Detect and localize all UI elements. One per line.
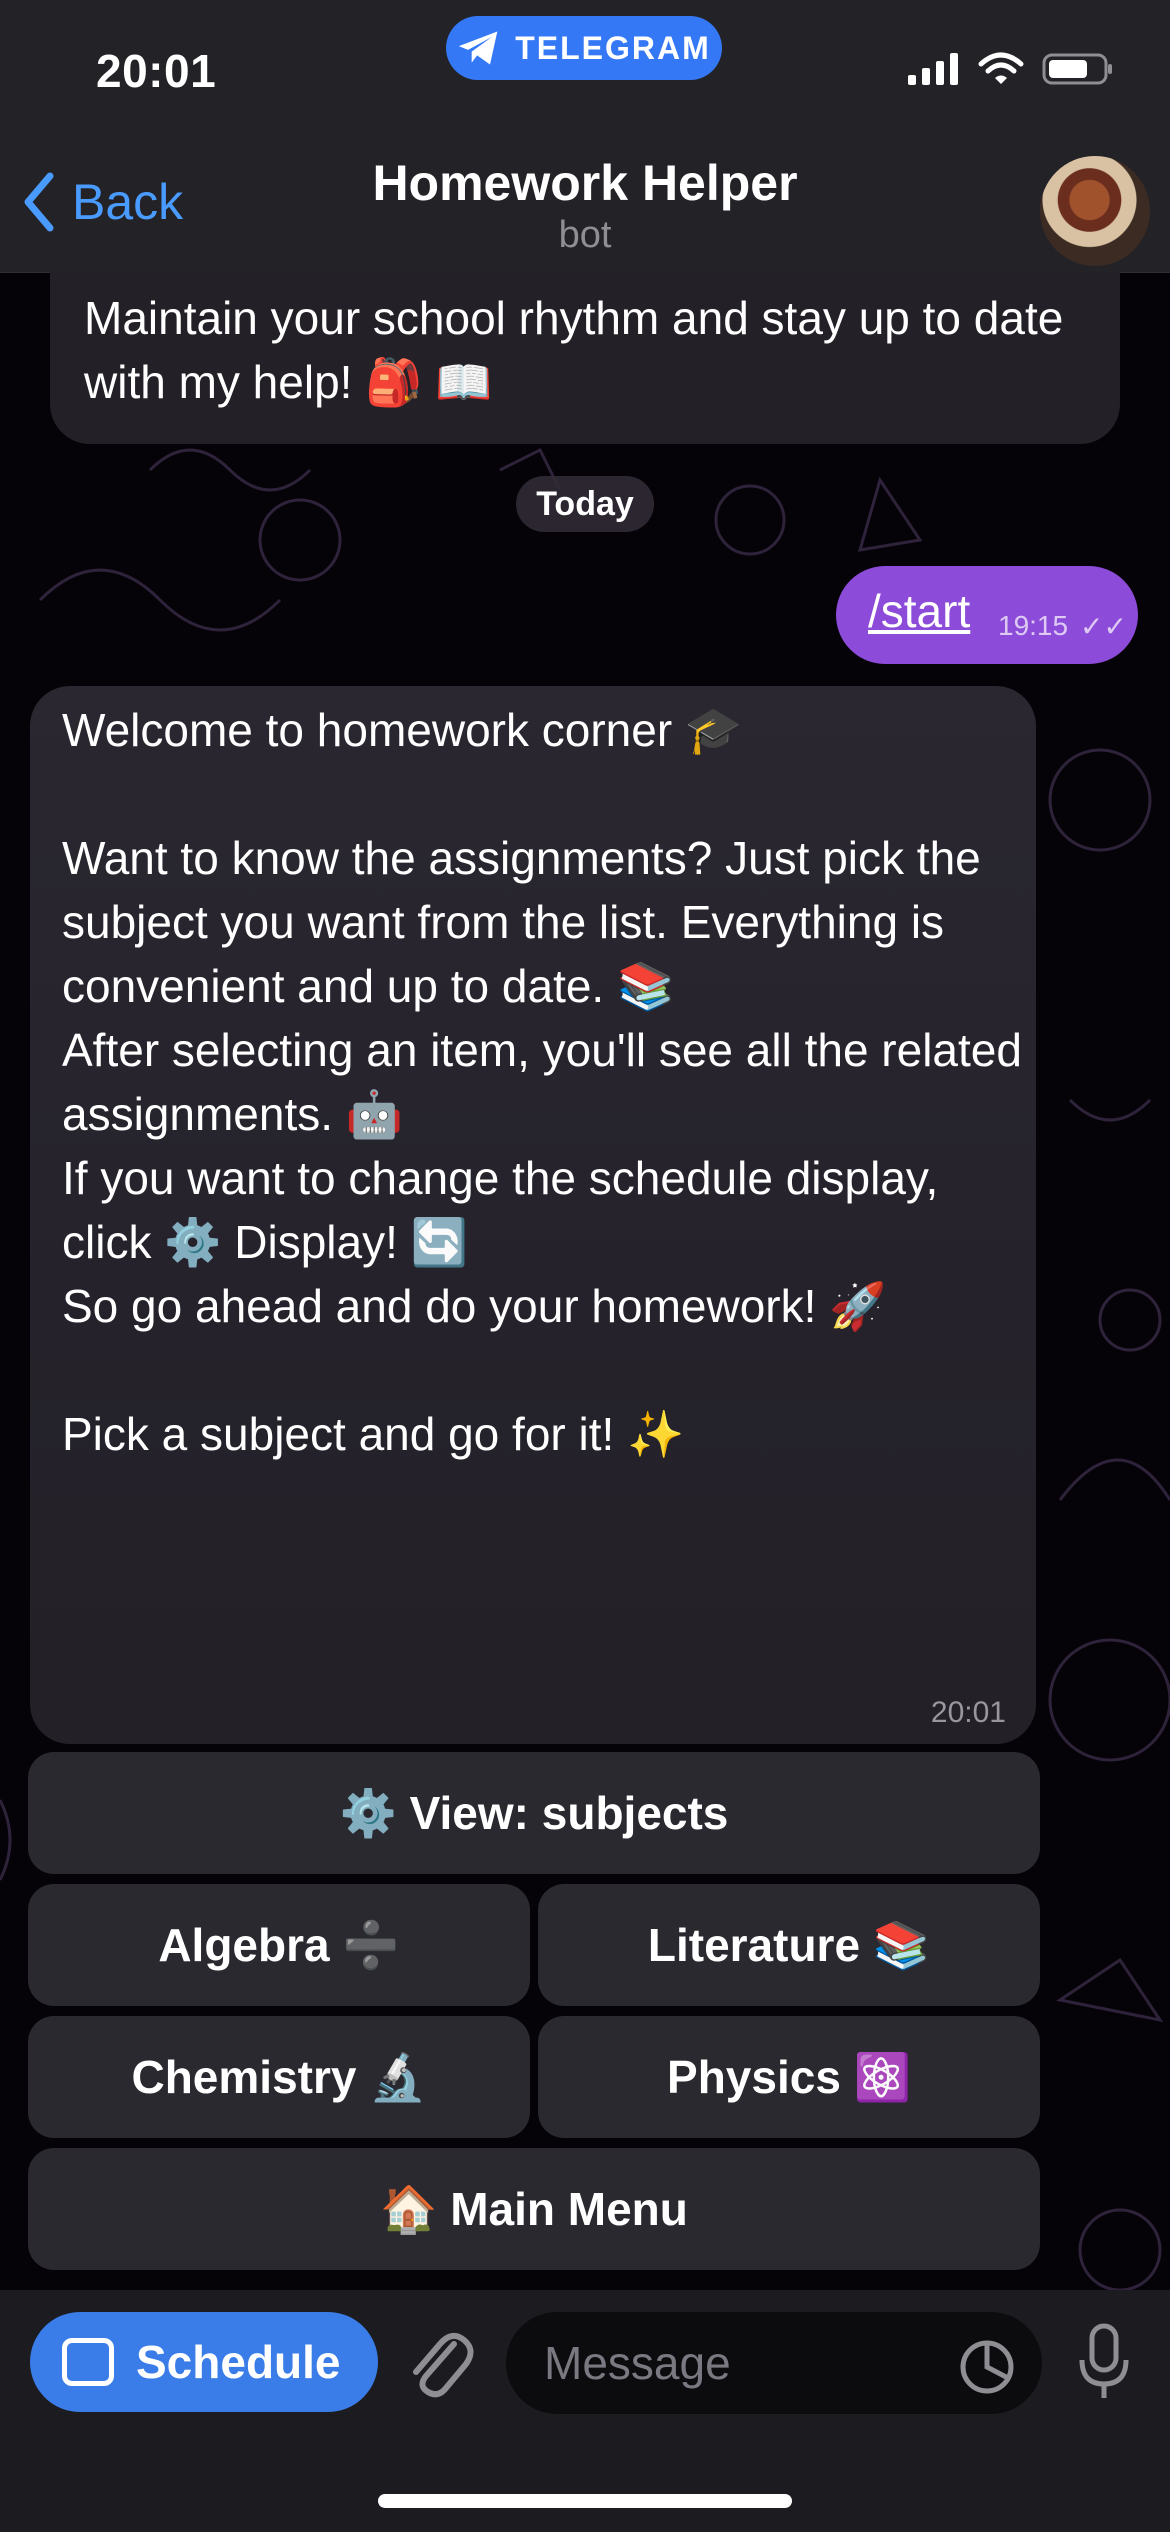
view-subjects-label: ⚙️ View: subjects (339, 1786, 729, 1839)
message-placeholder: Message (544, 2337, 731, 2389)
telegram-pill-label: TELEGRAM (515, 29, 711, 66)
reply-paragraph: If you want to change the schedule displ… (62, 1152, 939, 1268)
date-separator: Today (516, 476, 654, 532)
telegram-pill[interactable]: TELEGRAM (446, 16, 722, 80)
schedule-label: Schedule (136, 2336, 341, 2388)
chat-header: 20:01 TELEGRAM Back Homework Helper bot (0, 0, 1170, 273)
sticker-icon[interactable] (958, 2338, 1016, 2396)
reply-paragraph: Want to know the assignments? Just pick … (62, 832, 981, 1012)
telegram-plane-icon (459, 31, 498, 65)
algebra-button[interactable]: Algebra ➗ (28, 1884, 530, 2006)
algebra-label: Algebra ➗ (158, 1918, 400, 1971)
reply-paragraph: So go ahead and do your homework! 🚀 (62, 1280, 887, 1332)
paperclip-icon[interactable] (404, 2324, 474, 2400)
bot-reply-bubble: Welcome to homework corner 🎓 Want to kno… (30, 686, 1036, 1744)
previous-message-bubble: Maintain your school rhythm and stay up … (50, 272, 1120, 444)
chat-subtitle: bot (558, 214, 612, 256)
literature-button[interactable]: Literature 📚 (538, 1884, 1040, 2006)
physics-button[interactable]: Physics ⚛️ (538, 2016, 1040, 2138)
read-checkmarks-icon: ✓✓ (1080, 611, 1127, 642)
status-icons (908, 52, 1114, 86)
main-menu-button[interactable]: 🏠 Main Menu (28, 2148, 1040, 2270)
reply-paragraph: Welcome to homework corner 🎓 (62, 704, 743, 756)
status-time: 20:01 (96, 45, 217, 97)
battery-icon (1042, 53, 1112, 85)
signal-icon (908, 53, 958, 85)
chat-title[interactable]: Homework Helper (0, 154, 1170, 212)
physics-label: Physics ⚛️ (667, 2050, 911, 2103)
reply-time: 20:01 (930, 1696, 1006, 1729)
outgoing-message-bubble: /start 19:15 ✓✓ (836, 566, 1138, 664)
previous-message-text: Maintain your school rhythm and stay up … (84, 292, 1064, 408)
view-subjects-button[interactable]: ⚙️ View: subjects (28, 1752, 1040, 1874)
main-menu-label: 🏠 Main Menu (380, 2182, 688, 2235)
window-icon (62, 2338, 114, 2386)
reply-paragraph: After selecting an item, you'll see all … (62, 1024, 1022, 1140)
message-input[interactable]: Message (506, 2312, 1042, 2414)
schedule-menu-button[interactable]: Schedule (30, 2312, 378, 2412)
chemistry-label: Chemistry 🔬 (131, 2050, 427, 2103)
bot-avatar[interactable] (1040, 156, 1150, 266)
reply-paragraph: Pick a subject and go for it! ✨ (62, 1408, 685, 1460)
outgoing-message-time: 19:15 (998, 610, 1069, 641)
home-indicator[interactable] (378, 2494, 792, 2508)
microphone-icon[interactable] (1076, 2322, 1132, 2402)
start-command-link[interactable]: /start (868, 584, 970, 638)
literature-label: Literature 📚 (647, 1918, 931, 1971)
wifi-icon (978, 52, 1024, 84)
chemistry-button[interactable]: Chemistry 🔬 (28, 2016, 530, 2138)
